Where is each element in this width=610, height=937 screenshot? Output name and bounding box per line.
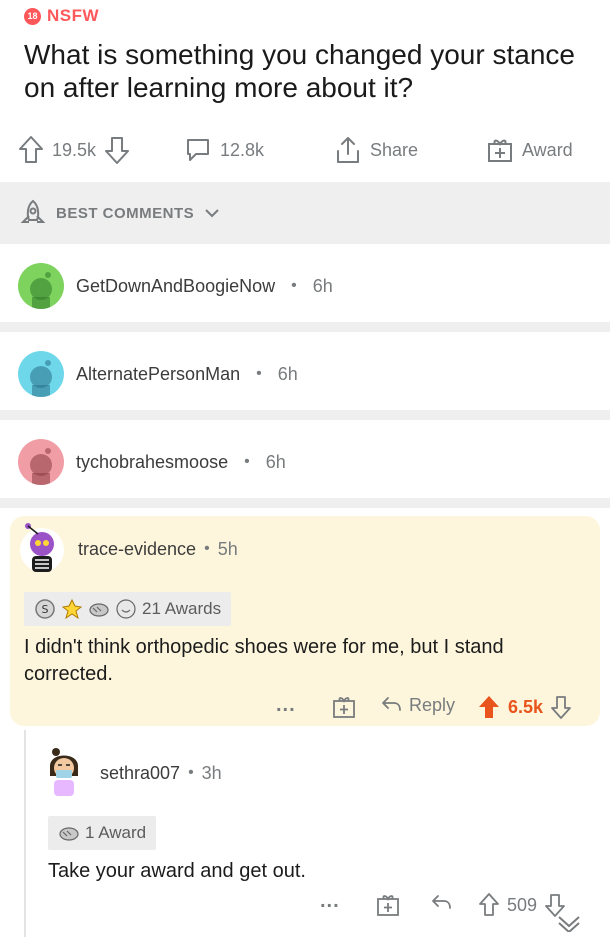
comment-count: 12.8k bbox=[220, 139, 265, 160]
downvote-icon[interactable] bbox=[550, 694, 572, 720]
awards-row[interactable]: 1 Award bbox=[48, 816, 157, 850]
nsfw-badge-icon: 18 bbox=[24, 7, 41, 25]
comments-button[interactable]: 12.8k bbox=[184, 136, 264, 164]
avatar[interactable] bbox=[18, 351, 64, 397]
share-icon bbox=[337, 137, 359, 163]
more-options-icon[interactable]: ... bbox=[276, 694, 296, 717]
username[interactable]: GetDownAndBoogieNow bbox=[76, 276, 275, 297]
timestamp: 6h bbox=[312, 275, 333, 296]
avatar[interactable] bbox=[40, 744, 88, 802]
divider bbox=[0, 410, 610, 420]
reply-button[interactable]: Reply bbox=[380, 694, 455, 716]
sort-bar[interactable]: BEST COMMENTS bbox=[0, 182, 610, 244]
chevron-down-icon[interactable] bbox=[556, 914, 582, 932]
username[interactable]: trace-evidence bbox=[78, 539, 196, 560]
reply-button[interactable] bbox=[430, 892, 452, 914]
more-options-icon[interactable]: ... bbox=[320, 890, 340, 913]
upvote-count: 19.5k bbox=[52, 139, 97, 160]
award-button[interactable] bbox=[332, 695, 356, 719]
awards-count: 21 Awards bbox=[142, 599, 222, 618]
awards-row[interactable]: S 21 Awards bbox=[24, 592, 232, 626]
gift-icon bbox=[333, 697, 355, 718]
downvote-icon[interactable] bbox=[104, 135, 130, 165]
thread-line[interactable] bbox=[24, 730, 26, 937]
nsfw-label: NSFW bbox=[47, 6, 100, 25]
vote-group: 509 bbox=[478, 892, 566, 918]
separator-dot: • bbox=[244, 453, 250, 470]
collapsed-comment[interactable]: GetDownAndBoogieNow • 6h bbox=[0, 250, 610, 322]
award-button[interactable]: Award bbox=[486, 136, 573, 164]
award-button[interactable] bbox=[376, 893, 400, 917]
comment-bubble-icon bbox=[187, 139, 209, 161]
score: 509 bbox=[507, 894, 538, 915]
helpful-award-icon bbox=[89, 603, 109, 617]
share-label: Share bbox=[370, 139, 419, 160]
upvote-active-icon[interactable] bbox=[477, 694, 501, 720]
username[interactable]: AlternatePersonMan bbox=[76, 364, 240, 385]
avatar[interactable] bbox=[18, 520, 66, 578]
avatar[interactable] bbox=[18, 263, 64, 309]
gift-icon bbox=[488, 139, 512, 162]
wholesome-award-icon bbox=[61, 598, 83, 620]
separator-dot: • bbox=[204, 540, 210, 557]
collapsed-comment[interactable]: AlternatePersonMan • 6h bbox=[0, 338, 610, 410]
avatar[interactable] bbox=[18, 439, 64, 485]
silver-award-icon: S bbox=[35, 599, 55, 619]
divider bbox=[0, 322, 610, 332]
comment-header: sethra007 • 3h bbox=[40, 744, 222, 802]
upvote-icon[interactable] bbox=[18, 135, 44, 165]
timestamp: 3h bbox=[201, 762, 222, 783]
reply-arrow-icon bbox=[432, 895, 451, 909]
rocket-icon bbox=[20, 199, 46, 223]
username[interactable]: tychobrahesmoose bbox=[76, 452, 228, 473]
gift-icon bbox=[377, 895, 399, 916]
award-label: Award bbox=[522, 139, 573, 160]
separator-dot: • bbox=[188, 764, 194, 781]
collapsed-comment[interactable]: tychobrahesmoose • 6h bbox=[0, 426, 610, 498]
sort-label: BEST COMMENTS bbox=[56, 204, 195, 222]
helpful-award-icon bbox=[59, 827, 79, 841]
share-button[interactable]: Share bbox=[334, 135, 418, 165]
chevron-down-icon bbox=[205, 209, 219, 218]
timestamp: 5h bbox=[217, 538, 238, 559]
hugz-award-icon bbox=[116, 599, 136, 619]
comment-body: Take your award and get out. bbox=[48, 860, 306, 882]
score: 6.5k bbox=[508, 696, 544, 717]
separator-dot: • bbox=[291, 277, 297, 294]
awards-count: 1 Award bbox=[85, 823, 147, 842]
svg-text:S: S bbox=[42, 603, 49, 616]
timestamp: 6h bbox=[265, 451, 286, 472]
divider bbox=[0, 498, 610, 508]
nsfw-tag: 18 NSFW bbox=[24, 6, 99, 26]
username[interactable]: sethra007 bbox=[100, 763, 180, 784]
upvote-icon[interactable] bbox=[478, 892, 500, 918]
comment-header: trace-evidence • 5h bbox=[18, 520, 238, 578]
post-action-bar: 19.5k 12.8k Share Award bbox=[0, 128, 610, 172]
vote-group: 6.5k bbox=[477, 694, 572, 720]
reply-arrow-icon bbox=[382, 697, 401, 711]
timestamp: 6h bbox=[277, 363, 298, 384]
separator-dot: • bbox=[256, 365, 262, 382]
vote-group: 19.5k bbox=[18, 135, 130, 165]
comment-body: I didn't think orthopedic shoes were for… bbox=[24, 636, 504, 685]
reply-label: Reply bbox=[409, 694, 456, 715]
post-title: What is something you changed your stanc… bbox=[24, 39, 575, 103]
